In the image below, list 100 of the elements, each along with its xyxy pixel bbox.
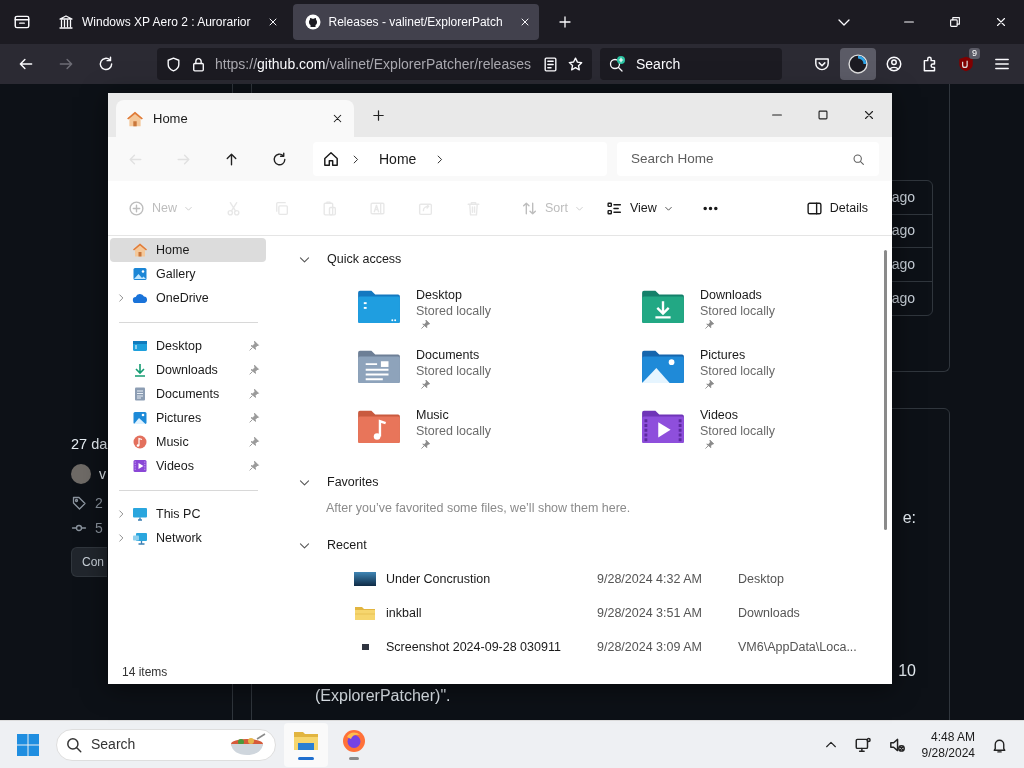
account-icon[interactable] xyxy=(885,55,903,73)
search-field[interactable]: Search Home xyxy=(617,142,879,176)
text-fragment: 10 xyxy=(898,662,916,679)
search-field[interactable]: Search xyxy=(600,48,782,80)
explorer-tab[interactable]: Home xyxy=(116,100,354,137)
start-icon[interactable] xyxy=(16,732,40,757)
browser-tab[interactable]: Releases - valinet/ExplorerPatch xyxy=(292,4,539,40)
sort-icon xyxy=(521,199,538,217)
details-button[interactable]: Details xyxy=(797,191,876,225)
reload-icon[interactable] xyxy=(97,55,115,73)
file-name[interactable]: inkball xyxy=(386,605,422,620)
location-text: Downloads xyxy=(738,604,800,622)
folder-status: Stored locally xyxy=(416,303,492,319)
file-name[interactable]: Under Concrustion xyxy=(386,571,491,586)
date-text: 9/28/2024 4:32 AM xyxy=(597,571,702,586)
folder-name[interactable]: Documents xyxy=(416,347,492,363)
folder-name[interactable]: Desktop xyxy=(416,287,492,303)
maximize-icon[interactable] xyxy=(816,108,830,122)
circle-icon[interactable] xyxy=(847,53,869,75)
release-text: (ExplorerPatcher)". xyxy=(315,687,451,704)
sidebar-item[interactable]: Documents xyxy=(110,382,266,406)
home-icon xyxy=(132,242,148,258)
scrollbar-thumb[interactable] xyxy=(884,250,887,530)
image-thumbnail xyxy=(354,572,376,586)
pictures-icon xyxy=(132,410,148,426)
shield-icon[interactable] xyxy=(165,56,182,74)
image-thumbnail xyxy=(362,644,369,650)
sidebar-item[interactable]: This PC xyxy=(110,502,266,526)
monitor-icon[interactable] xyxy=(853,735,872,754)
release-date: 27 da xyxy=(71,435,107,454)
shield-icon[interactable] xyxy=(957,55,975,73)
folder-name[interactable]: Downloads xyxy=(700,287,776,303)
desktop-icon xyxy=(132,338,148,354)
new-icon xyxy=(128,199,145,217)
sidebar-item[interactable]: Pictures xyxy=(110,406,266,430)
date-text: 9/28/2024 3:51 AM xyxy=(597,605,702,620)
time-text: ago xyxy=(891,221,915,241)
tab-list-icon[interactable] xyxy=(13,13,31,31)
count-badge: 9 xyxy=(969,48,980,59)
folder-icon[interactable] xyxy=(293,729,319,753)
author-name: v xyxy=(99,464,106,484)
item-count: 14 items xyxy=(122,664,168,681)
folder-name[interactable]: Videos xyxy=(700,407,776,423)
time-text: ago xyxy=(891,254,915,274)
browser-tab[interactable]: Windows XP Aero 2 : Aurorarior xyxy=(46,4,287,40)
expand-chevron-icon[interactable] xyxy=(116,509,126,519)
location-text: VM6\AppData\Loca... xyxy=(738,638,857,656)
section-header[interactable]: Recent xyxy=(327,535,367,555)
network-icon xyxy=(132,530,148,546)
home-icon[interactable] xyxy=(322,150,340,168)
pocket-icon[interactable] xyxy=(813,55,831,73)
folder-name[interactable]: Pictures xyxy=(700,347,776,363)
section-header[interactable]: Quick access xyxy=(327,249,402,269)
sidebar-item[interactable]: Network xyxy=(110,526,266,550)
empty-message: After you’ve favorited some files, we’ll show them here. xyxy=(326,501,631,515)
search-icon xyxy=(65,735,83,754)
url-field[interactable]: https://github.com/valinet/ExplorerPatcher/releases xyxy=(157,48,592,80)
folder-status: Stored locally xyxy=(700,303,776,319)
bowl-drawing xyxy=(229,732,267,757)
time-text: ago xyxy=(891,187,915,207)
folder-status: Stored locally xyxy=(700,363,776,379)
home-icon xyxy=(126,109,144,128)
sidebar-item[interactable]: Gallery xyxy=(110,262,266,286)
address-bar[interactable]: Home xyxy=(313,142,607,176)
restore-icon[interactable] xyxy=(948,15,962,29)
breadcrumb[interactable]: Home xyxy=(371,148,425,170)
section-header[interactable]: Favorites xyxy=(327,472,379,492)
lock-icon[interactable] xyxy=(190,56,207,74)
search-icon xyxy=(852,152,865,166)
compare-button[interactable]: Con xyxy=(71,546,107,577)
expand-chevron-icon[interactable] xyxy=(116,533,126,543)
close-icon[interactable] xyxy=(862,108,876,122)
text-fragment: e: xyxy=(902,509,916,526)
sidebar-item[interactable]: Desktop xyxy=(110,334,266,358)
folder-status: Stored locally xyxy=(416,363,492,379)
sidebar-item[interactable]: Home xyxy=(110,238,266,262)
columns-icon xyxy=(58,14,74,30)
sidebar-item[interactable]: Music xyxy=(110,430,266,454)
sidebar-item[interactable]: Videos xyxy=(110,454,266,478)
location-text: Desktop xyxy=(738,570,784,588)
bell-icon[interactable] xyxy=(991,736,1008,754)
sidebar-item[interactable]: OneDrive xyxy=(110,286,266,310)
fox-globe-icon[interactable] xyxy=(342,729,366,753)
close-icon[interactable] xyxy=(331,112,344,125)
view-button[interactable]: View xyxy=(597,191,681,225)
date-text: 9/28/2024 3:09 AM xyxy=(597,639,702,654)
search-icon[interactable] xyxy=(608,55,628,73)
folder-name[interactable]: Music xyxy=(416,407,492,423)
music-icon xyxy=(132,434,148,450)
close-icon[interactable] xyxy=(994,15,1008,29)
clock[interactable]: 4:48 AM 9/28/2024 xyxy=(921,728,975,761)
new-tab-icon[interactable] xyxy=(370,107,386,123)
reader-view-icon[interactable] xyxy=(542,56,559,74)
taskbar-search[interactable]: Search xyxy=(56,728,276,761)
expand-chevron-icon[interactable] xyxy=(116,293,126,303)
bookmark-star-icon[interactable] xyxy=(567,56,584,74)
file-name[interactable]: Screenshot 2024-09-28 030911 xyxy=(386,639,561,654)
sidebar-item[interactable]: Downloads xyxy=(110,358,266,382)
details-pane-icon xyxy=(805,199,823,217)
folder-status: Stored locally xyxy=(700,423,776,439)
